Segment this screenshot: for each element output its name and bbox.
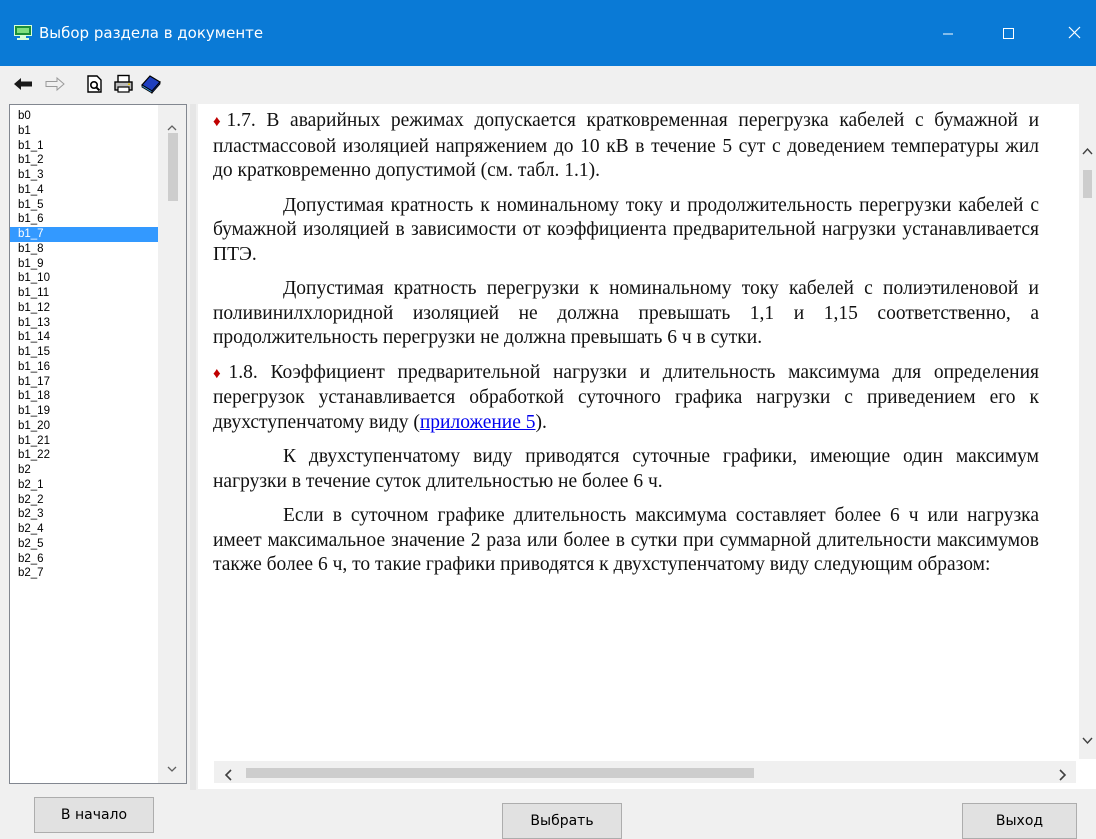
scrollbar-thumb[interactable]: [246, 768, 754, 778]
pane-splitter[interactable]: [190, 104, 196, 790]
scroll-left-icon[interactable]: [224, 766, 232, 785]
list-item[interactable]: b1_15: [10, 345, 158, 360]
list-item[interactable]: b1_17: [10, 375, 158, 390]
list-item[interactable]: b1_4: [10, 183, 158, 198]
list-item[interactable]: b1_20: [10, 419, 158, 434]
list-item[interactable]: b1_14: [10, 330, 158, 345]
section-list-scrollbar[interactable]: [158, 105, 186, 783]
list-item[interactable]: b1_1: [10, 139, 158, 154]
scroll-up-icon[interactable]: [1082, 140, 1093, 159]
section-number: 1.7.: [226, 110, 256, 131]
paragraph-1-8: ♦1.8. Коэффициент предварительной нагруз…: [213, 361, 1039, 436]
close-button[interactable]: [1052, 18, 1096, 48]
forward-arrow-icon[interactable]: [44, 74, 66, 94]
paragraph: К двухступенчатому виду приводятся суточ…: [213, 446, 1039, 492]
app-icon: [14, 25, 32, 40]
paragraph-text: В аварийных режимах допускается кратковр…: [213, 110, 1039, 181]
scroll-down-icon[interactable]: [1082, 730, 1093, 749]
document-horizontal-scrollbar[interactable]: [214, 761, 1076, 783]
list-item[interactable]: b1_8: [10, 242, 158, 257]
window-title: Выбор раздела в документе: [39, 24, 264, 42]
scrollbar-thumb[interactable]: [1083, 170, 1092, 198]
list-item[interactable]: b2_6: [10, 552, 158, 567]
list-item[interactable]: b1: [10, 124, 158, 139]
list-item[interactable]: b2_2: [10, 493, 158, 508]
list-item[interactable]: b1_22: [10, 448, 158, 463]
list-item[interactable]: b1_13: [10, 316, 158, 331]
maximize-button[interactable]: [993, 18, 1039, 48]
diamond-icon: ♦: [213, 365, 229, 382]
list-item[interactable]: b2: [10, 463, 158, 478]
list-item[interactable]: b1_9: [10, 257, 158, 272]
list-item[interactable]: b2_5: [10, 537, 158, 552]
section-items: b0 b1 b1_1 b1_2 b1_3 b1_4 b1_5 b1_6 b1_7 b1_8 b1_9…: [10, 109, 158, 581]
select-button[interactable]: Выбрать: [502, 803, 622, 839]
document-vertical-scrollbar[interactable]: [1079, 104, 1096, 759]
list-item[interactable]: b2_1: [10, 478, 158, 493]
back-arrow-icon[interactable]: [12, 74, 34, 94]
list-item[interactable]: b1_21: [10, 434, 158, 449]
title-bar: Выбор раздела в документе: [0, 0, 1096, 66]
print-icon[interactable]: [113, 74, 135, 94]
appendix-5-link[interactable]: приложение 5: [420, 412, 536, 433]
go-to-start-button[interactable]: В начало: [34, 797, 154, 833]
toolbar: [0, 66, 1096, 102]
paragraph-text-end: ).: [535, 411, 547, 433]
list-item[interactable]: b1_12: [10, 301, 158, 316]
list-item[interactable]: b1_10: [10, 271, 158, 286]
book-icon[interactable]: [140, 74, 162, 94]
list-item[interactable]: b2_4: [10, 522, 158, 537]
paragraph-text: Коэффициент предварительной нагрузки и д…: [213, 361, 1039, 433]
section-list[interactable]: b0 b1 b1_1 b1_2 b1_3 b1_4 b1_5 b1_6 b1_7 b1_8 b1_9…: [9, 104, 187, 784]
preview-icon[interactable]: [84, 74, 106, 94]
paragraph-1-7: ♦1.7. В аварийных режимах допускается кр…: [213, 109, 1039, 184]
list-item[interactable]: b1_2: [10, 153, 158, 168]
list-item[interactable]: b2_7: [10, 566, 158, 581]
list-item[interactable]: b1_7: [10, 227, 158, 242]
list-item[interactable]: b1_11: [10, 286, 158, 301]
list-item[interactable]: b1_5: [10, 198, 158, 213]
list-item[interactable]: b1_16: [10, 360, 158, 375]
minimize-button[interactable]: [925, 18, 971, 48]
list-item[interactable]: b1_6: [10, 212, 158, 227]
exit-button[interactable]: Выход: [962, 803, 1077, 839]
list-item[interactable]: b1_18: [10, 389, 158, 404]
document-view: ♦1.7. В аварийных режимах допускается кр…: [198, 104, 1096, 789]
paragraph: Допустимая кратность перегрузки к номина…: [213, 278, 1039, 348]
list-item[interactable]: b1_3: [10, 168, 158, 183]
section-number: 1.8.: [228, 361, 258, 383]
list-item[interactable]: b1_19: [10, 404, 158, 419]
list-item[interactable]: b0: [10, 109, 158, 124]
paragraph: Допустимая кратность к номинальному току…: [213, 194, 1039, 265]
list-item[interactable]: b2_3: [10, 507, 158, 522]
paragraph: Если в суточном графике длительность мак…: [213, 505, 1039, 575]
scrollbar-thumb[interactable]: [168, 133, 178, 201]
scroll-right-icon[interactable]: [1059, 766, 1067, 785]
document-text: ♦1.7. В аварийных режимах допускается кр…: [213, 104, 1039, 756]
scroll-down-icon[interactable]: [167, 758, 177, 777]
section-chooser-window: Выбор раздела в документе b0 b1 b1_1 b1_…: [0, 0, 1096, 839]
diamond-icon: ♦: [213, 114, 227, 130]
